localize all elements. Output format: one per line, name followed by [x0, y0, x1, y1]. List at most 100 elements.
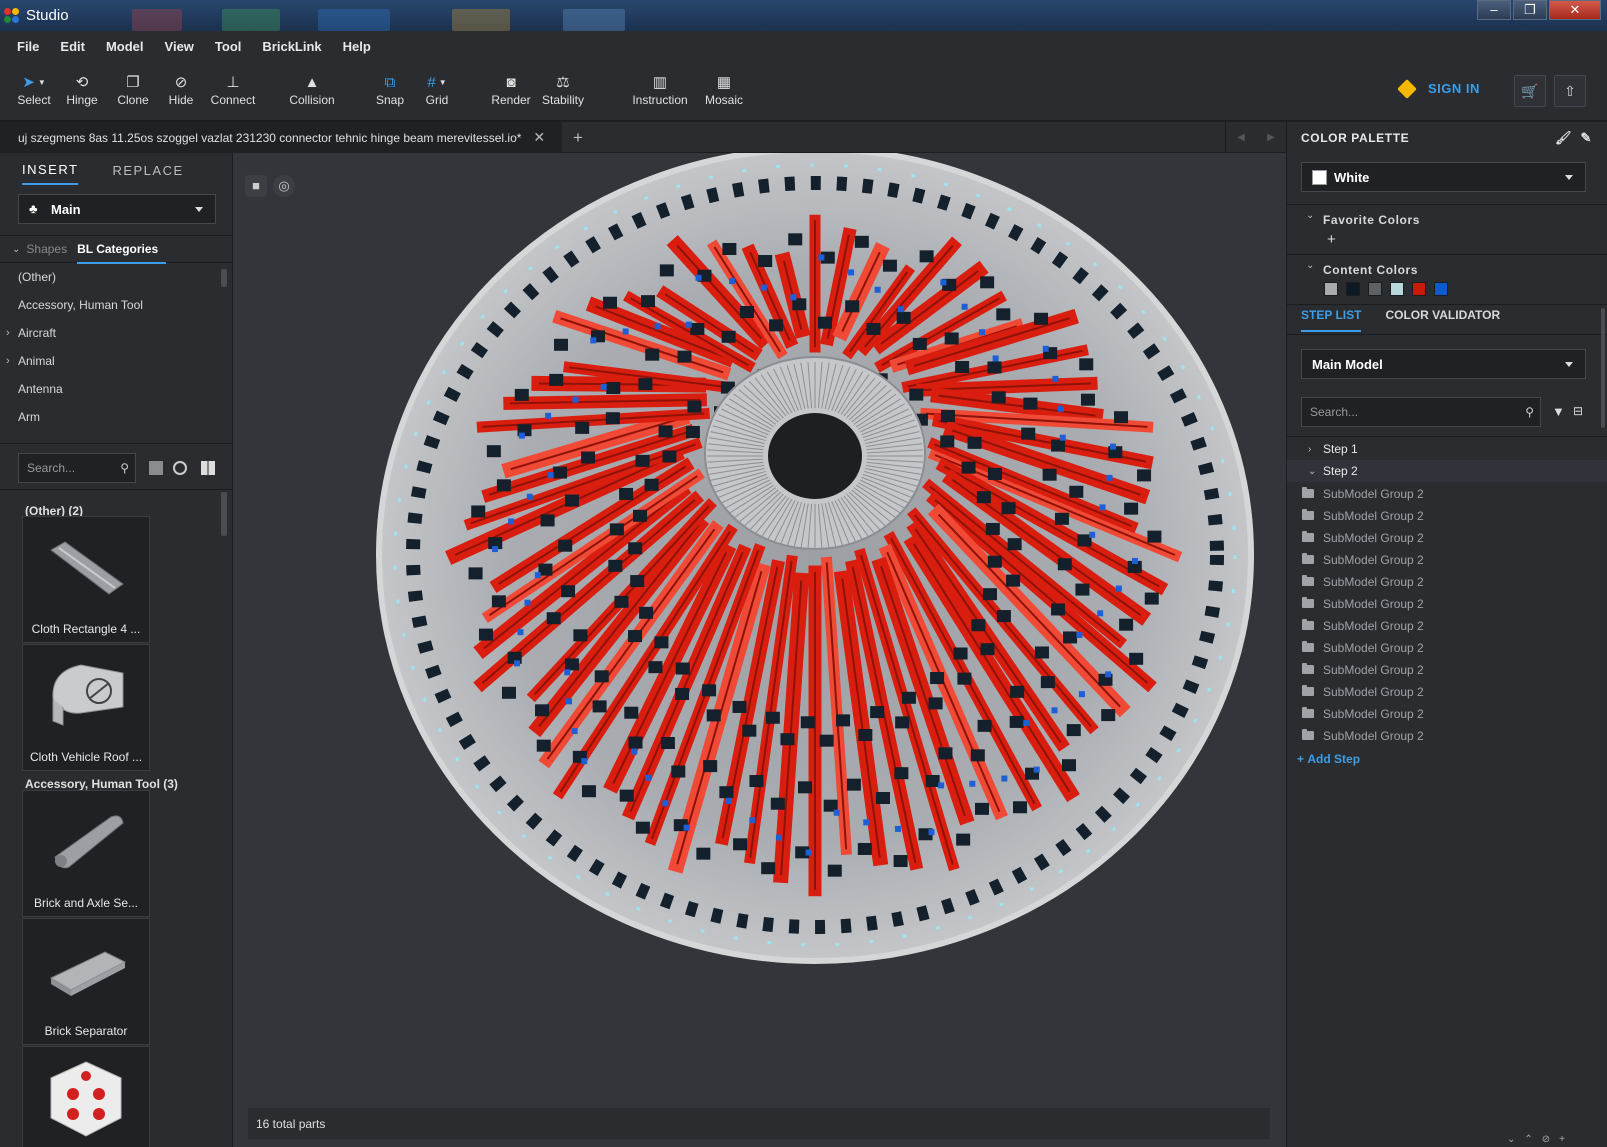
- upload-button[interactable]: ⇧: [1554, 75, 1586, 107]
- panel-scrollbar[interactable]: [1601, 308, 1605, 428]
- color-select[interactable]: White: [1301, 162, 1586, 192]
- chevron-down-icon[interactable]: ⌄: [1306, 210, 1314, 221]
- instruction-tool-button[interactable]: ▥ Instruction: [632, 71, 687, 107]
- solid-view-icon[interactable]: [149, 461, 163, 475]
- view-toggle-icon[interactable]: ⊟: [1573, 404, 1583, 418]
- step-row[interactable]: ⌄ Step 2: [1287, 460, 1607, 482]
- select-tool-button[interactable]: ➤ ▼ Select: [17, 71, 50, 107]
- render-tool-button[interactable]: ◙ Render: [491, 71, 530, 108]
- menu-edit[interactable]: Edit: [60, 39, 85, 54]
- category-scrollbar[interactable]: [221, 269, 227, 287]
- submodel-row[interactable]: SubModel Group 2: [1287, 637, 1607, 659]
- add-step-button[interactable]: + Add Step: [1297, 752, 1360, 766]
- submodel-row[interactable]: SubModel Group 2: [1287, 571, 1607, 593]
- 3d-viewport[interactable]: ■ ◎: [233, 153, 1286, 1147]
- submodel-row[interactable]: SubModel Group 2: [1287, 593, 1607, 615]
- category-item[interactable]: › Aircraft: [0, 319, 233, 347]
- add-favorite-color-icon[interactable]: +: [1327, 231, 1336, 248]
- parts-scrollbar[interactable]: [221, 492, 227, 536]
- menu-model[interactable]: Model: [106, 39, 144, 54]
- chevron-down-icon[interactable]: ⌄: [12, 244, 20, 255]
- content-color-swatch[interactable]: [1346, 282, 1360, 296]
- chevron-right-icon[interactable]: ›: [1308, 444, 1311, 455]
- hide-tool-button[interactable]: ⊘ Hide: [169, 71, 194, 107]
- snap-tool-button[interactable]: ⧉ Snap: [376, 71, 404, 108]
- submodel-row[interactable]: SubModel Group 2: [1287, 505, 1607, 527]
- step-row[interactable]: › Step 1: [1287, 438, 1607, 460]
- category-item[interactable]: › Animal: [0, 347, 233, 375]
- tab-insert[interactable]: INSERT: [22, 154, 79, 185]
- taskbar-ghost: [132, 9, 182, 31]
- close-window-button[interactable]: ✕: [1549, 0, 1601, 20]
- search-icon[interactable]: ⚲: [120, 461, 129, 475]
- category-item[interactable]: Antenna: [0, 375, 233, 403]
- submodel-row[interactable]: SubModel Group 2: [1287, 659, 1607, 681]
- tab-prev-icon[interactable]: ◀: [1237, 132, 1245, 143]
- category-item[interactable]: Accessory, Human Tool: [0, 291, 233, 319]
- content-color-swatch[interactable]: [1368, 282, 1382, 296]
- menu-file[interactable]: File: [17, 39, 39, 54]
- part-card[interactable]: Brick Separator: [22, 918, 150, 1045]
- chevron-right-icon[interactable]: ›: [6, 327, 10, 339]
- tab-next-icon[interactable]: ▶: [1267, 132, 1275, 143]
- tab-replace[interactable]: REPLACE: [112, 155, 183, 184]
- paint-roller-icon[interactable]: 🖌: [1555, 130, 1572, 145]
- document-tab[interactable]: uj szegmens 8as 11.25os szoggel vazlat 2…: [0, 122, 562, 153]
- shapes-icon: ♣: [29, 201, 38, 216]
- tab-step-list[interactable]: STEP LIST: [1301, 308, 1362, 332]
- stability-tool-button[interactable]: ⚖ Stability: [542, 71, 584, 107]
- chevron-down-icon[interactable]: ⌄: [1306, 260, 1314, 271]
- tab-bl-categories[interactable]: BL Categories: [77, 234, 167, 264]
- category-item[interactable]: Arm: [0, 403, 233, 431]
- chevron-down-icon[interactable]: ⌄: [1308, 466, 1316, 477]
- chevron-right-icon[interactable]: ›: [6, 355, 10, 367]
- model-render: [376, 153, 1254, 964]
- connect-tool-button[interactable]: ⊥ Connect: [211, 71, 256, 107]
- content-color-swatch[interactable]: [1324, 282, 1338, 296]
- cart-button[interactable]: 🛒: [1514, 75, 1546, 107]
- step-search-input[interactable]: Search... ⚲: [1301, 397, 1541, 427]
- submodel-row[interactable]: SubModel Group 2: [1287, 725, 1607, 747]
- content-color-swatch[interactable]: [1434, 282, 1448, 296]
- part-card[interactable]: [22, 1046, 150, 1147]
- part-card[interactable]: Brick and Axle Se...: [22, 790, 150, 917]
- content-color-swatch[interactable]: [1390, 282, 1404, 296]
- content-color-swatch[interactable]: [1412, 282, 1426, 296]
- clone-tool-button[interactable]: ❐ Clone: [117, 71, 148, 107]
- maximize-button[interactable]: ❐: [1513, 0, 1547, 20]
- submodel-row[interactable]: SubModel Group 2: [1287, 483, 1607, 505]
- hub-hole: [768, 413, 862, 499]
- model-select[interactable]: Main Model: [1301, 349, 1586, 379]
- close-tab-icon[interactable]: ✕: [533, 129, 545, 146]
- folder-icon: [1302, 685, 1314, 696]
- collision-tool-button[interactable]: ▲ Collision: [289, 71, 334, 108]
- eyedropper-icon[interactable]: ✎: [1581, 130, 1593, 145]
- outline-view-icon[interactable]: [173, 461, 187, 475]
- tab-color-validator[interactable]: COLOR VALIDATOR: [1385, 308, 1500, 332]
- folder-icon: [1302, 641, 1314, 652]
- category-item[interactable]: (Other): [0, 263, 233, 291]
- palette-select[interactable]: ♣ Main: [18, 194, 216, 224]
- menu-help[interactable]: Help: [343, 39, 371, 54]
- menu-view[interactable]: View: [165, 39, 194, 54]
- mosaic-tool-button[interactable]: ▦ Mosaic: [705, 71, 743, 107]
- submodel-row[interactable]: SubModel Group 2: [1287, 681, 1607, 703]
- submodel-row[interactable]: SubModel Group 2: [1287, 703, 1607, 725]
- hinge-tool-button[interactable]: ⟲ Hinge: [66, 71, 97, 107]
- submodel-row[interactable]: SubModel Group 2: [1287, 615, 1607, 637]
- menu-bricklink[interactable]: BrickLink: [262, 39, 321, 54]
- search-icon[interactable]: ⚲: [1525, 405, 1534, 419]
- tab-shapes[interactable]: Shapes: [26, 242, 67, 256]
- filter-icon[interactable]: ▼: [1552, 404, 1565, 419]
- submodel-row[interactable]: SubModel Group 2: [1287, 527, 1607, 549]
- minimize-button[interactable]: –: [1477, 0, 1511, 20]
- grid-tool-button[interactable]: # ▼ Grid: [426, 71, 449, 108]
- new-tab-button[interactable]: +: [573, 128, 583, 148]
- grid-view-icon[interactable]: [201, 461, 215, 475]
- parts-search-input[interactable]: Search... ⚲: [18, 453, 136, 483]
- part-card[interactable]: Cloth Rectangle 4 ...: [22, 516, 150, 643]
- menu-tool[interactable]: Tool: [215, 39, 241, 54]
- sign-in-link[interactable]: SIGN IN: [1397, 78, 1480, 99]
- submodel-row[interactable]: SubModel Group 2: [1287, 549, 1607, 571]
- part-card[interactable]: Cloth Vehicle Roof ...: [22, 644, 150, 771]
